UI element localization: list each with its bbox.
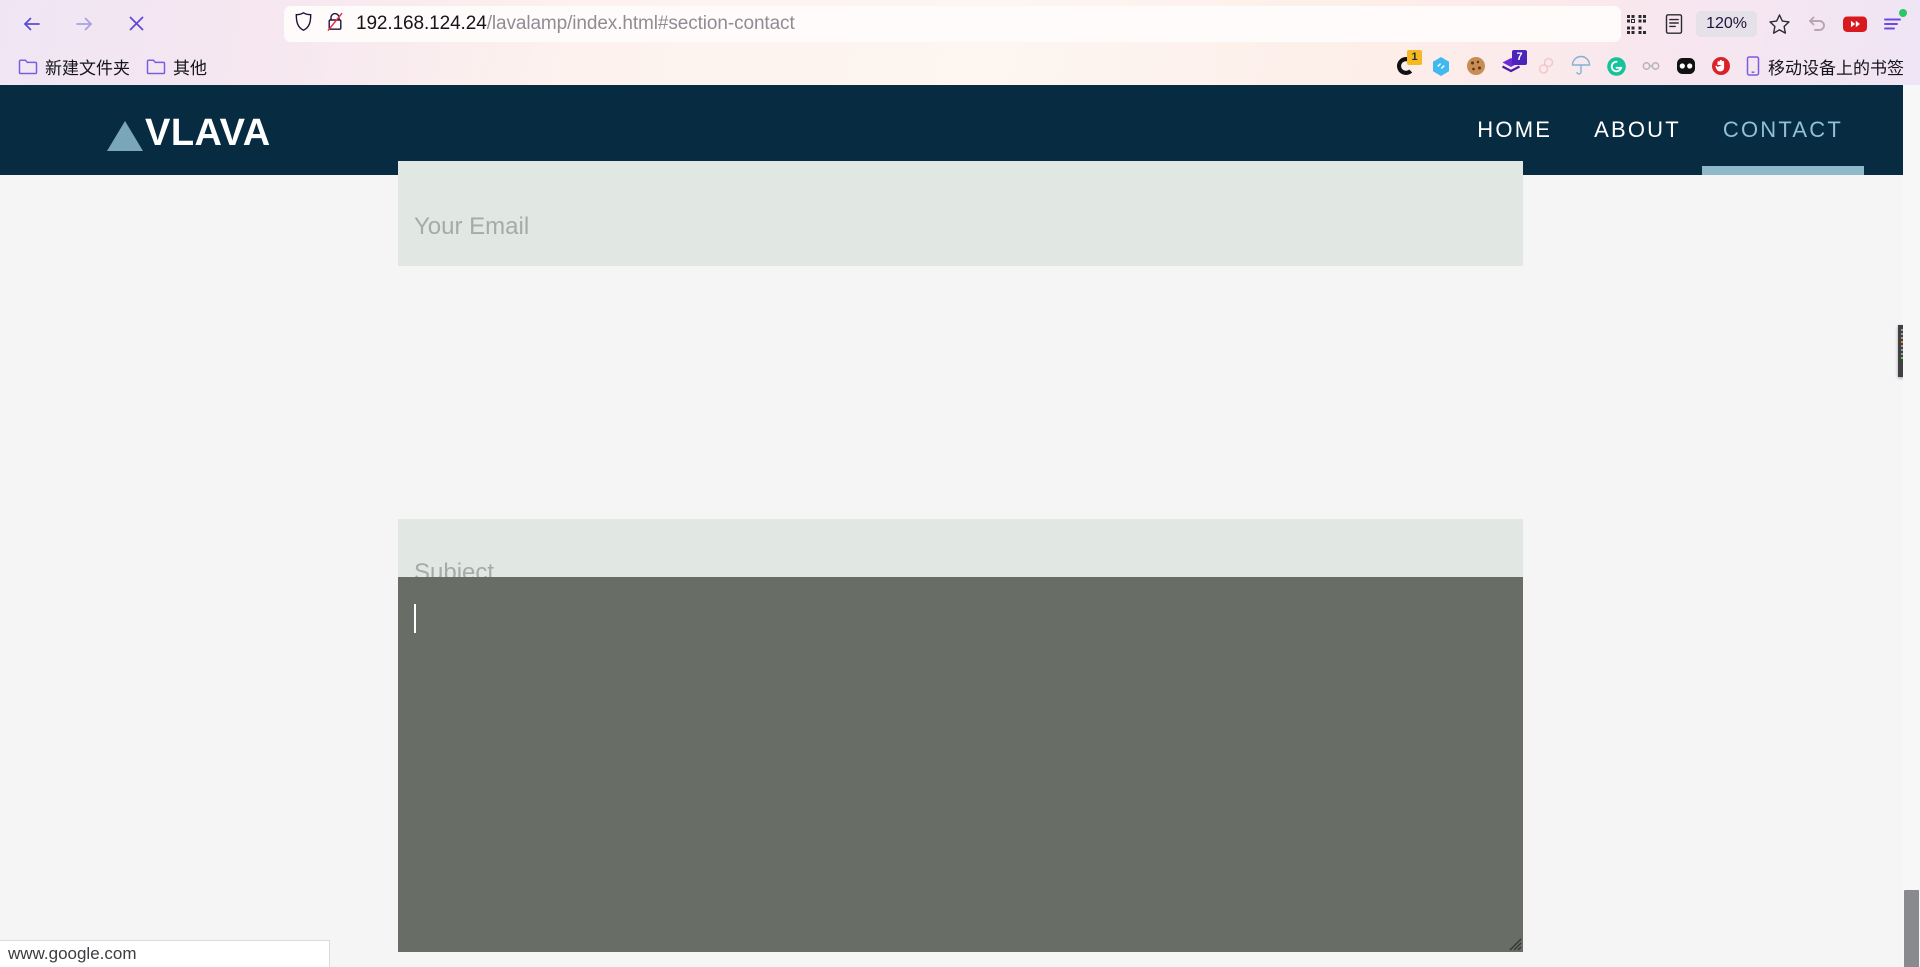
nav-link-contact[interactable]: CONTACT bbox=[1701, 85, 1865, 175]
url-text[interactable]: 192.168.124.24/lavalamp/index.html#secti… bbox=[356, 13, 795, 35]
browser-chrome: 192.168.124.24/lavalamp/index.html#secti… bbox=[0, 0, 1920, 85]
folder-icon bbox=[146, 58, 166, 74]
mobile-bookmarks-item[interactable]: 移动设备上的书签 bbox=[1740, 54, 1904, 79]
site-nav-links: HOME ABOUT CONTACT bbox=[1456, 85, 1920, 175]
undo-close-tab-icon[interactable] bbox=[1798, 6, 1836, 42]
bookmark-label: 新建文件夹 bbox=[45, 58, 130, 78]
bookmarks-bar: 新建文件夹 其他 1 7 移动设备上的书签 bbox=[0, 47, 1920, 85]
urlbar-icons bbox=[294, 11, 356, 37]
message-textarea[interactable] bbox=[398, 577, 1523, 952]
page-scrollbar-track[interactable] bbox=[1903, 85, 1920, 967]
text-cursor bbox=[414, 604, 416, 633]
browser-toolbar: 192.168.124.24/lavalamp/index.html#secti… bbox=[0, 0, 1920, 47]
menu-notification-dot bbox=[1899, 9, 1907, 17]
extension-blue-diamond-icon[interactable] bbox=[1425, 51, 1457, 81]
extension-badge: 1 bbox=[1407, 50, 1422, 65]
extension-mask-icon[interactable] bbox=[1670, 51, 1702, 81]
site-logo-text: VLAVA bbox=[145, 112, 271, 154]
qr-code-icon[interactable] bbox=[1617, 6, 1655, 42]
status-text: www.google.com bbox=[8, 944, 137, 963]
resize-grip-icon[interactable] bbox=[1505, 934, 1522, 951]
triangle-logo-icon bbox=[107, 120, 143, 151]
url-domain: 192.168.124.24 bbox=[356, 13, 487, 34]
back-arrow-icon[interactable] bbox=[16, 8, 48, 40]
extension-cookie-icon[interactable] bbox=[1460, 51, 1492, 81]
link-status-tooltip: www.google.com bbox=[0, 940, 330, 967]
bookmark-label: 其他 bbox=[173, 58, 207, 78]
reader-view-icon[interactable] bbox=[1655, 6, 1693, 42]
site-logo[interactable]: VLAVA bbox=[107, 112, 271, 155]
email-field[interactable]: Your Email bbox=[398, 161, 1523, 266]
extension-grammarly-icon[interactable] bbox=[1600, 51, 1632, 81]
extension-chain-icon[interactable] bbox=[1635, 51, 1667, 81]
bookmark-star-icon[interactable] bbox=[1760, 6, 1798, 42]
stop-loading-icon[interactable] bbox=[120, 8, 152, 40]
url-bar[interactable]: 192.168.124.24/lavalamp/index.html#secti… bbox=[284, 6, 1621, 42]
bookmark-folder-other[interactable]: 其他 bbox=[138, 50, 215, 83]
extension-purple-stack-icon[interactable]: 7 bbox=[1495, 50, 1527, 81]
web-page-viewport: VLAVA HOME ABOUT CONTACT Your Email Subj… bbox=[0, 85, 1920, 967]
forward-arrow-icon[interactable] bbox=[68, 8, 100, 40]
email-field-placeholder: Your Email bbox=[414, 213, 530, 240]
mobile-device-icon bbox=[1746, 56, 1760, 76]
extension-pink-bubbles-icon[interactable] bbox=[1530, 51, 1562, 81]
navigation-buttons bbox=[0, 8, 152, 40]
url-path: /lavalamp/index.html#section-contact bbox=[486, 13, 795, 34]
extension-badge: 7 bbox=[1512, 50, 1527, 65]
bookmarks-extensions: 1 7 移动设备上的书签 bbox=[1390, 50, 1910, 81]
nav-link-about[interactable]: ABOUT bbox=[1573, 85, 1702, 175]
extension-umbrella-icon[interactable] bbox=[1565, 51, 1597, 81]
bookmark-folder-new[interactable]: 新建文件夹 bbox=[10, 50, 138, 83]
app-menu-icon[interactable] bbox=[1874, 6, 1912, 42]
folder-icon bbox=[18, 58, 38, 74]
mobile-bookmarks-label: 移动设备上的书签 bbox=[1768, 58, 1904, 78]
extension-c-icon[interactable]: 1 bbox=[1390, 50, 1422, 81]
page-scrollbar-thumb[interactable] bbox=[1904, 890, 1919, 967]
shield-icon[interactable] bbox=[294, 11, 313, 37]
toolbar-right-actions: 120% bbox=[1617, 6, 1912, 42]
zoom-level-badge[interactable]: 120% bbox=[1696, 11, 1757, 37]
lock-broken-icon[interactable] bbox=[326, 11, 344, 37]
youtube-downloader-icon[interactable] bbox=[1836, 6, 1874, 42]
extension-ublock-icon[interactable] bbox=[1705, 51, 1737, 81]
